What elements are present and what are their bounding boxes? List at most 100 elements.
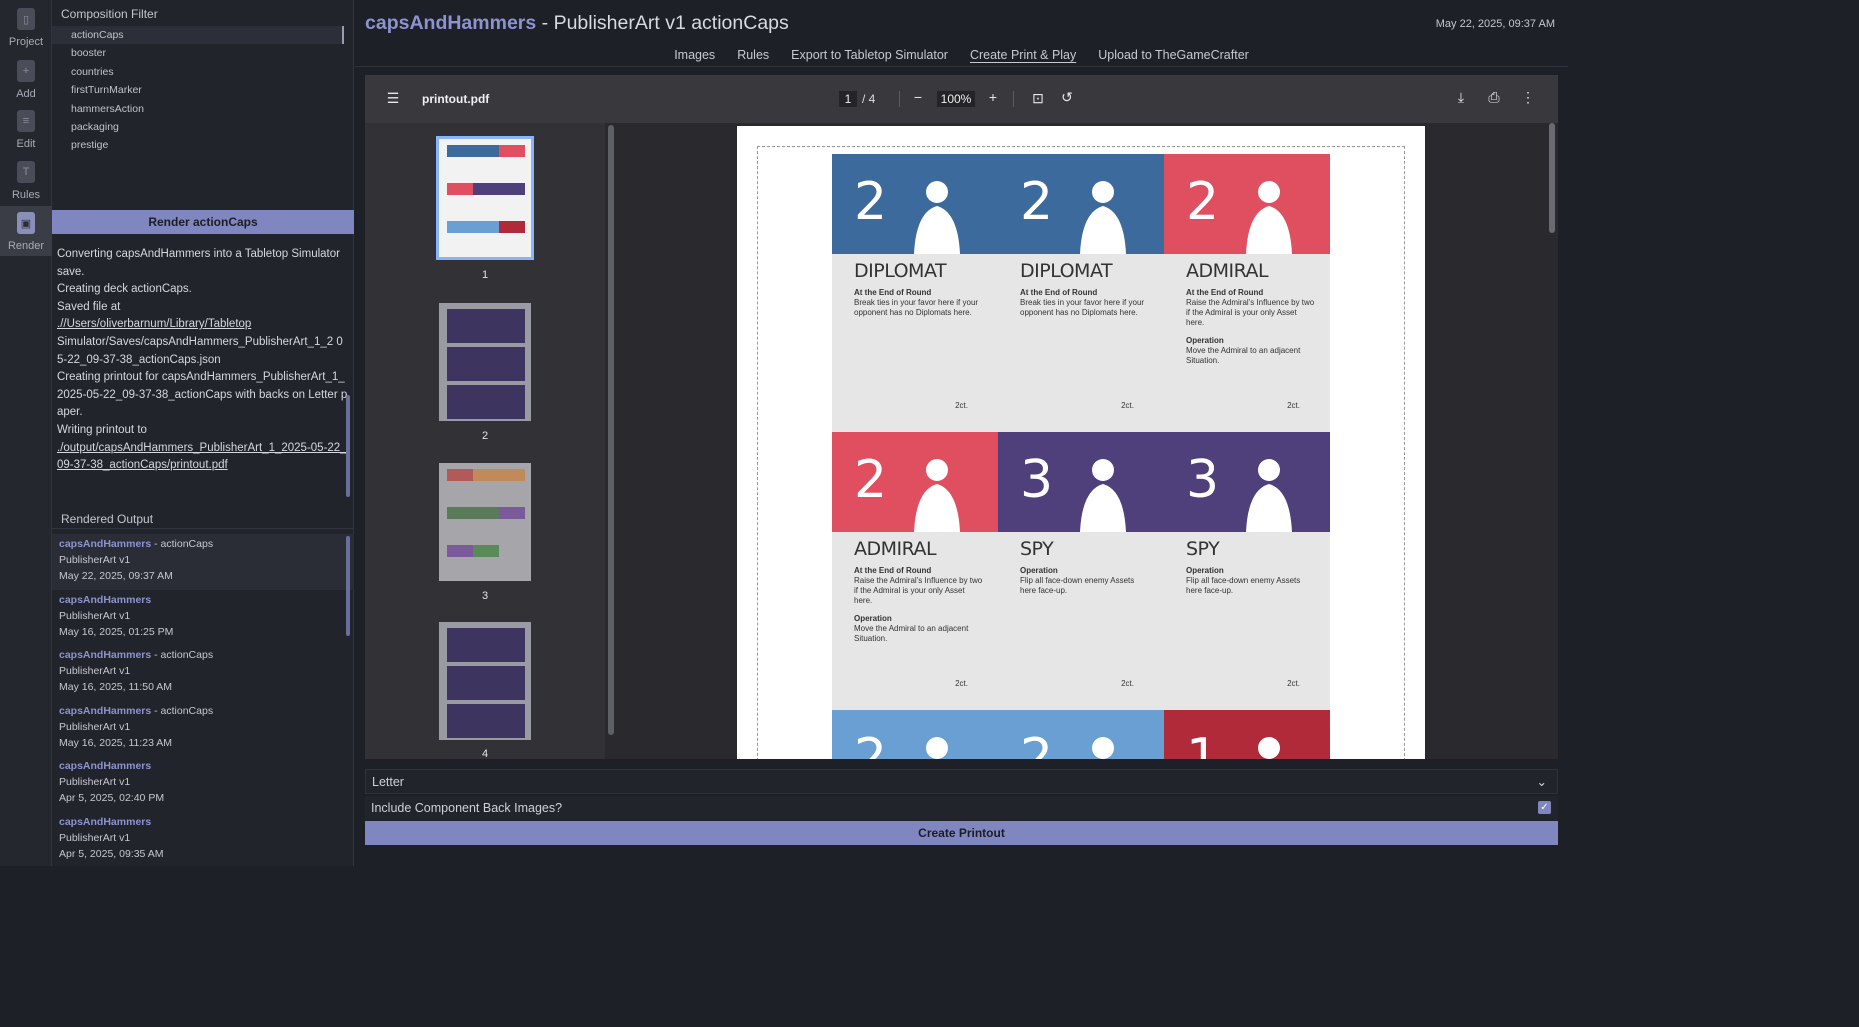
thumbnail-panel: 1 2 3 4 [365,123,605,759]
project-name: capsAndHammers [365,12,537,34]
paper-size-select[interactable]: Letter ⌄ [365,769,1558,794]
card-name: SPY [1186,538,1220,560]
output-item[interactable]: capsAndHammers PublisherArt v1 Apr 5, 20… [52,812,354,868]
output-item[interactable]: capsAndHammers - actionCaps PublisherArt… [52,701,354,757]
rail-label-project: Project [8,36,44,48]
filter-item-hammersaction[interactable]: hammersAction [52,100,354,118]
output-scrollbar[interactable] [346,536,350,636]
log-line: Converting capsAndHammers into a Tableto… [57,248,344,278]
rail-item-edit[interactable]: ≡ Edit [0,110,52,158]
game-card: 2 ADMIRAL At the End of Round Raise the Adm… [1164,154,1330,432]
game-card: 2 ADMIRAL At the End of Round Raise the Adm… [832,432,998,710]
title-subtitle: - PublisherArt v1 actionCaps [536,12,789,34]
output-date: May 16, 2025, 11:23 AM [59,736,173,749]
main-panel: capsAndHammers - PublisherArt v1 actionC… [355,0,1568,866]
page-thumbnail[interactable] [439,463,531,581]
card-band: 2 [832,154,998,254]
thumbnail-label: 2 [481,430,489,442]
tab-images[interactable]: Images [663,46,726,64]
more-options-icon[interactable]: ⋮ [1521,89,1535,106]
output-art: PublisherArt v1 [59,831,131,844]
output-date: May 16, 2025, 01:25 PM [59,625,174,638]
rules-icon: T [17,161,35,183]
rail-label-add: Add [16,88,36,100]
print-icon[interactable]: ⎙ [1486,89,1502,106]
tab-rules[interactable]: Rules [726,46,780,64]
output-date: May 22, 2025, 09:37 AM [59,570,173,582]
thumbnail-label: 3 [481,590,489,602]
card-number: 2 [1186,172,1220,232]
rail-item-project[interactable]: ▯ Project [0,8,52,56]
card-band: 2 [832,432,998,532]
filter-item-booster[interactable]: booster [52,44,354,62]
card-number: 2 [854,728,888,759]
rotate-icon[interactable]: ↺ [1059,89,1075,106]
download-icon[interactable]: ⤓ [1453,89,1469,106]
pdf-filename: printout.pdf [422,92,490,106]
zoom-in-icon[interactable]: + [986,89,1000,105]
pdf-viewer: ☰ printout.pdf 1 / 4 − 100% + ⊡ ↺ ⤓ ⎙ ⋮ [365,75,1558,759]
include-backs-checkbox[interactable]: ✓ [1538,801,1551,814]
app-root: ▯ Project + Add ≡ Edit T Rules ▣ Render … [0,0,1568,866]
sidebar: Composition Filter actionCaps booster co… [52,0,354,866]
rail-item-add[interactable]: + Add [0,60,52,108]
tab-upload-gamecrafter[interactable]: Upload to TheGameCrafter [1087,46,1260,64]
filter-item-actioncaps[interactable]: actionCaps [52,26,344,45]
tab-bar: Images Rules Export to Tabletop Simulato… [355,46,1568,64]
page-thumbnail[interactable] [439,303,531,421]
log-link[interactable]: .//Users/oliverbarnum/Library/Tabletop [57,316,348,334]
filter-item-packaging[interactable]: packaging [52,118,354,136]
divider [355,66,1568,67]
page-thumbnail[interactable] [436,136,534,260]
nav-rail: ▯ Project + Add ≡ Edit T Rules ▣ Render [0,0,52,866]
render-log: Converting capsAndHammers into a Tableto… [52,240,354,498]
pdf-page-area: 2 DIPLOMAT At the End of Round Break ties i… [615,123,1545,759]
output-item[interactable]: capsAndHammers - actionCaps PublisherArt… [52,534,354,590]
page-thumbnail[interactable] [439,622,531,740]
zoom-out-icon[interactable]: − [911,89,925,105]
output-art: PublisherArt v1 [59,554,131,566]
filter-item-firstturnmarker[interactable]: firstTurnMarker [52,81,354,99]
card-text: At the End of Round Break ties in your fa… [854,288,979,317]
log-scrollbar[interactable] [346,395,350,497]
card-name: DIPLOMAT [1020,260,1113,282]
page-number-input[interactable]: 1 [839,91,857,107]
menu-icon[interactable]: ☰ [385,90,401,107]
project-icon: ▯ [17,8,35,30]
divider [1013,91,1014,107]
filter-list: actionCaps booster countries firstTurnMa… [52,26,354,155]
output-name: capsAndHammers [59,704,152,717]
game-card: 2 DIPLOMAT At the End of Round Break ties i… [998,154,1164,432]
edit-icon: ≡ [17,110,35,132]
filter-item-prestige[interactable]: prestige [52,136,354,154]
card-name: ADMIRAL [1186,260,1269,282]
fit-page-icon[interactable]: ⊡ [1030,90,1046,107]
card-text: At the End of Round Break ties in your fa… [1020,288,1145,317]
header-date: May 22, 2025, 09:37 AM [1435,18,1555,30]
tab-print-and-play[interactable]: Create Print & Play [959,46,1087,64]
output-name: capsAndHammers [59,649,152,662]
filter-item-countries[interactable]: countries [52,63,354,81]
output-item[interactable]: capsAndHammers PublisherArt v1 May 16, 2… [52,590,354,646]
output-component: - actionCaps [151,704,214,717]
chevron-down-icon: ⌄ [1536,775,1547,789]
scroll-thumb[interactable] [1549,123,1555,233]
card-cost: 2ct. [1121,401,1134,410]
pdf-page: 2 DIPLOMAT At the End of Round Break ties i… [737,126,1425,759]
page-title: capsAndHammers - PublisherArt v1 actionC… [365,12,789,35]
page-scrollbar[interactable] [1547,123,1557,759]
zoom-input[interactable]: 100% [937,91,975,107]
log-link[interactable]: ./output/capsAndHammers_PublisherArt_1_2… [57,440,348,475]
rail-item-render[interactable]: ▣ Render [0,206,52,256]
add-icon: + [17,60,35,82]
output-item[interactable]: capsAndHammers - actionCaps PublisherArt… [52,645,354,701]
thumbnail-scrollbar[interactable] [608,125,614,735]
rail-item-rules[interactable]: T Rules [0,161,52,209]
output-component: - actionCaps [151,538,214,550]
output-art: PublisherArt v1 [59,609,131,622]
output-item[interactable]: capsAndHammers PublisherArt v1 Apr 5, 20… [52,756,354,812]
render-button[interactable]: Render actionCaps [52,210,354,234]
create-printout-button[interactable]: Create Printout [365,821,1558,845]
tab-export-tts[interactable]: Export to Tabletop Simulator [780,46,959,64]
output-name: capsAndHammers [59,815,152,828]
